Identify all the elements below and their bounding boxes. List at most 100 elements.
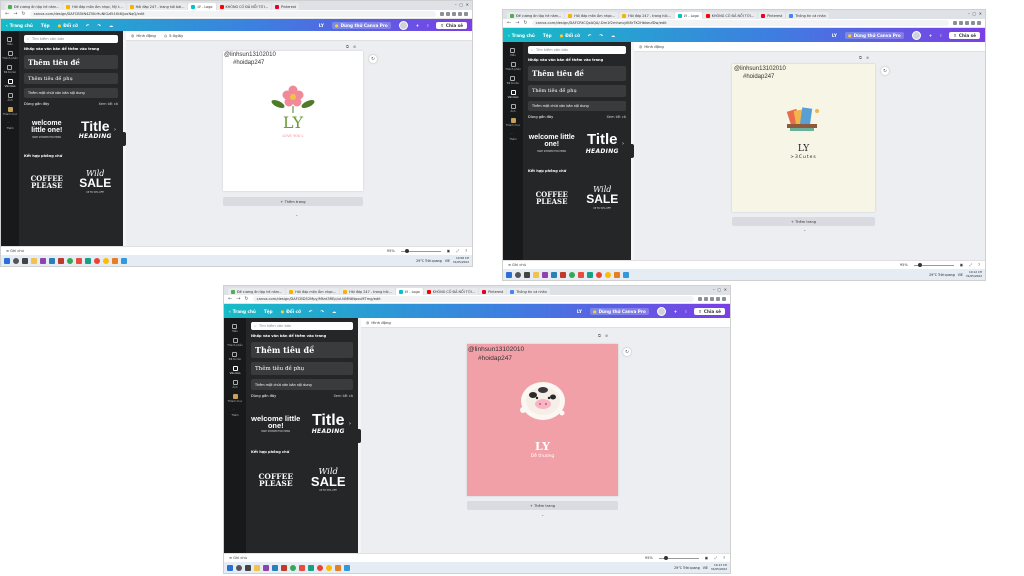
app-icon[interactable] (272, 564, 278, 571)
fullscreen-icon[interactable]: ⤢ (456, 249, 459, 253)
undo-icon[interactable]: ↶ (309, 309, 313, 314)
fullscreen-icon[interactable]: ⤢ (714, 556, 717, 560)
font-combo-welcome[interactable]: welcome little one! BABY SHOWER FOR EMMA (24, 120, 70, 138)
logo-subtitle[interactable]: LOVE YOU L (223, 134, 363, 138)
browser-tab[interactable]: Đề cương ôn tập hè năm... (507, 12, 565, 19)
file-menu[interactable]: Tệp (41, 23, 50, 28)
back-icon[interactable]: ← (5, 11, 9, 17)
app-icon[interactable] (299, 564, 305, 571)
back-icon[interactable]: ← (228, 296, 232, 302)
font-combo-coffee[interactable]: COFFEE PLEASE (24, 175, 70, 189)
browser-tab-active[interactable]: LY - Logo (188, 3, 216, 10)
reload-icon[interactable]: ↻ (244, 296, 248, 302)
app-icon[interactable] (578, 271, 584, 278)
rail-item-uploads[interactable]: Đã tải lên (229, 352, 241, 361)
avatar[interactable] (911, 30, 921, 40)
browser-tab[interactable]: KHÔNG CỐ ĐÃ NỔI TỚI... (216, 3, 271, 10)
add-subheading-button[interactable]: Thêm tiêu đề phụ (24, 73, 118, 84)
forward-icon[interactable]: → (13, 11, 17, 17)
extension-icon[interactable] (698, 297, 702, 301)
rail-item-text[interactable]: Văn bản (230, 366, 240, 375)
analytics-icon[interactable]: ⫶ (685, 309, 686, 314)
resize-button[interactable]: ● Đổi cỡ (281, 309, 301, 314)
extension-icon[interactable] (440, 12, 444, 16)
rail-item-photos[interactable]: Ảnh (510, 104, 516, 113)
refresh-icon[interactable]: ↻ (881, 67, 889, 75)
browser-tab[interactable]: Pinterest (758, 12, 786, 19)
weather-text[interactable]: 29°C Trời quang (674, 566, 700, 570)
browser-tab[interactable]: Hỏi đáp 247 - trang hỏi... (619, 12, 674, 19)
zoom-slider[interactable] (913, 262, 954, 267)
zoom-slider-knob[interactable] (917, 262, 922, 267)
add-page-icon[interactable]: ⊕ (353, 44, 356, 49)
rail-item-uploads[interactable]: Đã tải lên (4, 65, 16, 74)
app-icon[interactable] (344, 564, 350, 571)
chrome-icon[interactable] (326, 564, 332, 571)
add-page-icon[interactable]: ⊕ (605, 333, 608, 338)
chevron-right-icon[interactable]: › (622, 141, 624, 147)
folder-icon[interactable] (254, 564, 260, 571)
windows-start-icon[interactable] (227, 564, 233, 571)
chrome-icon[interactable] (605, 271, 611, 278)
back-icon[interactable]: ← (507, 20, 511, 26)
chrome-icon[interactable] (569, 271, 575, 278)
browser-tab[interactable]: Thông tin cá nhân (786, 12, 829, 19)
app-icon[interactable] (623, 271, 629, 278)
add-member-icon[interactable]: + (929, 33, 933, 38)
app-icon[interactable] (335, 564, 341, 571)
avatar[interactable] (656, 306, 666, 316)
windows-start-icon[interactable] (4, 257, 10, 264)
window-controls[interactable]: – ▢ ✕ (968, 11, 982, 16)
app-icon[interactable] (281, 564, 287, 571)
browser-tab[interactable]: KHÔNG CỐ ĐÃ NỔI TỚI... (702, 12, 758, 19)
weather-text[interactable]: 29°C Trời quang (929, 273, 955, 277)
animate-button[interactable]: ◎ Hình động (366, 320, 391, 325)
rail-item-text[interactable]: Văn bản (5, 79, 15, 88)
chrome-icon[interactable] (290, 564, 296, 571)
add-heading-button[interactable]: Thêm tiêu đề (528, 66, 626, 81)
clock[interactable]: 10:08 CH 31/05/2022 (453, 256, 469, 264)
add-page-button[interactable]: + Thêm trang (732, 217, 875, 226)
browser-tab[interactable]: Đề cương ôn tập hè năm... (5, 3, 63, 10)
task-view-icon[interactable] (22, 257, 28, 264)
text-search-input[interactable]: ⌕ Tìm kiếm văn bản (251, 322, 353, 330)
design-page[interactable]: @linhsun13102010 #hoidap247 LY >3Cutes (732, 64, 875, 212)
zoom-level[interactable]: 95% (645, 556, 653, 560)
design-name[interactable]: LY (577, 309, 582, 314)
rail-item-templates[interactable]: Mẫu (510, 48, 516, 57)
try-pro-button[interactable]: ● Dùng thử Canva Pro (331, 21, 391, 29)
add-page-button[interactable]: + Thêm trang (223, 197, 363, 206)
browser-tab[interactable]: KHÔNG CỐ ĐÃ NỔI TỚI... (423, 288, 479, 295)
rail-item-photos[interactable]: Ảnh (7, 93, 13, 102)
text-search-input[interactable]: ⌕ Tìm kiếm văn bản (24, 35, 118, 43)
refresh-icon[interactable]: ↻ (369, 55, 377, 63)
zoom-slider[interactable] (658, 555, 699, 560)
undo-icon[interactable]: ↶ (588, 33, 592, 38)
app-icon[interactable] (112, 257, 118, 264)
search-icon[interactable] (13, 257, 19, 264)
app-icon[interactable] (542, 271, 548, 278)
app-icon[interactable] (40, 257, 46, 264)
zoom-slider[interactable] (400, 248, 441, 253)
browser-tab[interactable]: Pinterest (479, 288, 507, 295)
add-body-text-button[interactable]: Thêm một chút văn bản nội dung (251, 379, 353, 390)
add-page-button[interactable]: + Thêm trang (467, 501, 618, 510)
redo-icon[interactable]: ↷ (320, 309, 324, 314)
chevron-right-icon[interactable]: › (349, 421, 351, 427)
folder-icon[interactable] (31, 257, 37, 264)
chrome-icon[interactable] (67, 257, 73, 264)
see-all-link[interactable]: Xem tất cả (334, 394, 354, 398)
add-subheading-button[interactable]: Thêm tiêu đề phụ (251, 362, 353, 375)
fullscreen-icon[interactable]: ⤢ (969, 263, 972, 267)
zoom-level[interactable]: 95% (387, 249, 395, 253)
rail-item-uploads[interactable]: Đã tải lên (507, 76, 519, 85)
rail-item-elements[interactable]: Thành phần (505, 62, 521, 71)
extension-icon[interactable] (452, 12, 456, 16)
redo-icon[interactable]: ↷ (599, 33, 603, 38)
file-menu[interactable]: Tệp (543, 33, 552, 38)
help-icon[interactable]: ? (978, 263, 980, 267)
app-icon[interactable] (76, 257, 82, 264)
url-field[interactable]: canva.com/design/DAFCRtCQxAQA/-Dm1f2mhwu… (531, 20, 949, 26)
duplicate-page-icon[interactable]: ⧉ (598, 333, 601, 338)
weather-text[interactable]: 29°C Trời quang (416, 259, 442, 263)
